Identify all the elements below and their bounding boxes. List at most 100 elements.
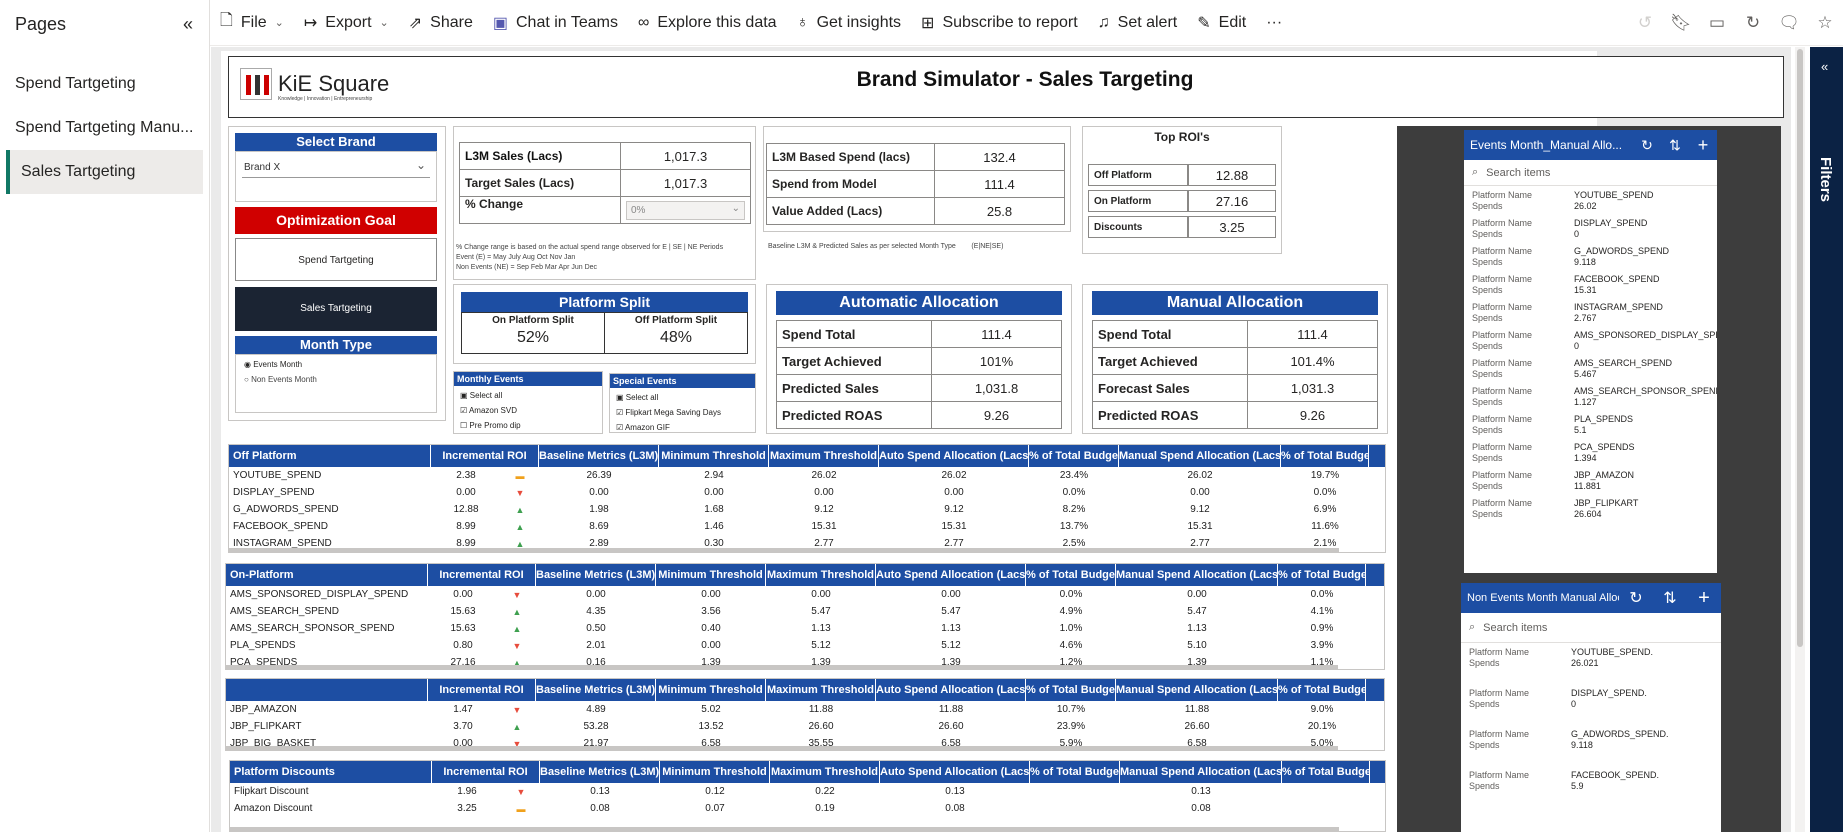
- list-item[interactable]: Platform Name INSTAGRAM_SPEND Spends 2.767: [1464, 298, 1717, 326]
- list-item[interactable]: Platform Name JBP_FLIPKART Spends 26.604: [1464, 494, 1717, 522]
- list-item[interactable]: Platform Name AMS_SEARCH_SPEND Spends 5.467: [1464, 354, 1717, 382]
- column-header[interactable]: Maximum Threshold: [770, 761, 880, 783]
- sort-icon[interactable]: ⇅: [1661, 137, 1689, 154]
- list-item[interactable]: Platform Name G_ADWORDS_SPEND Spends 9.118: [1464, 242, 1717, 270]
- flipkart-mega-checkbox[interactable]: ☑ Flipkart Mega Saving Days: [616, 405, 749, 420]
- column-header[interactable]: % of Total Budget: [1029, 445, 1119, 467]
- bookmark-icon[interactable]: 🔖︎: [1663, 13, 1699, 33]
- column-header[interactable]: Manual Spend Allocation (Lacs): [1120, 761, 1282, 783]
- share-button[interactable]: ⇗ Share: [399, 0, 483, 46]
- explore-data-button[interactable]: ∞ Explore this data: [628, 0, 787, 46]
- page-spend-targeting-manual[interactable]: Spend Tartgeting Manu...: [0, 106, 203, 150]
- sales-targeting-option[interactable]: Sales Tartgeting: [235, 287, 437, 331]
- chat-in-teams-button[interactable]: ▣ Chat in Teams: [483, 0, 628, 46]
- column-header[interactable]: Manual Spend Allocation (Lacs): [1116, 679, 1278, 701]
- more-options-button[interactable]: ···: [1256, 0, 1292, 46]
- horizontal-scrollbar[interactable]: [226, 665, 1338, 669]
- column-header[interactable]: Incremental ROI: [428, 564, 536, 586]
- collapse-pages-icon[interactable]: «: [183, 14, 193, 35]
- page-spend-targeting[interactable]: Spend Tartgeting: [0, 62, 203, 106]
- column-header[interactable]: Baseline Metrics (L3M): [536, 564, 656, 586]
- column-header[interactable]: % of Total Budget: [1026, 679, 1116, 701]
- list-item[interactable]: Platform Name AMS_SPONSORED_DISPLAY_SPEN S…: [1464, 326, 1717, 354]
- brand-dropdown[interactable]: Brand X ⌄: [235, 151, 437, 202]
- column-header[interactable]: % of Total Budget: [1282, 761, 1370, 783]
- column-header[interactable]: % of Total Budget: [1281, 445, 1369, 467]
- list-item[interactable]: Platform Name YOUTUBE_SPEND. Spends 26.021: [1461, 643, 1721, 684]
- column-header[interactable]: Baseline Metrics (L3M): [536, 679, 656, 701]
- edit-button[interactable]: ✎ Edit: [1187, 0, 1256, 46]
- events-search-input[interactable]: ⌕ Search items: [1464, 160, 1717, 186]
- column-header[interactable]: Minimum Threshold: [656, 679, 766, 701]
- list-item[interactable]: Platform Name FACEBOOK_SPEND Spends 15.31: [1464, 270, 1717, 298]
- add-icon[interactable]: +: [1689, 135, 1717, 156]
- set-alert-button[interactable]: ♫ Set alert: [1088, 0, 1188, 46]
- horizontal-scrollbar[interactable]: [229, 548, 1339, 552]
- refresh-icon[interactable]: ↻: [1619, 588, 1653, 608]
- export-menu[interactable]: ↦ Export ⌄: [294, 0, 399, 46]
- special-select-all[interactable]: ▣ Select all: [616, 390, 749, 405]
- subscribe-button[interactable]: ⊞ Subscribe to report: [911, 0, 1088, 46]
- events-month-radio[interactable]: ◉ Events Month: [244, 360, 302, 369]
- column-header[interactable]: Incremental ROI: [428, 679, 536, 701]
- amazon-svd-checkbox[interactable]: ☑ Amazon SVD: [460, 403, 596, 418]
- list-item[interactable]: Platform Name JBP_AMAZON Spends 11.881: [1464, 466, 1717, 494]
- column-header[interactable]: Baseline Metrics (L3M): [540, 761, 660, 783]
- column-header[interactable]: Maximum Threshold: [766, 679, 876, 701]
- list-item[interactable]: Platform Name PLA_SPENDS Spends 5.1: [1464, 410, 1717, 438]
- column-header[interactable]: % of Total Budget: [1278, 679, 1366, 701]
- non-events-month-list: Non Events Month Manual Alloc... ↻ ⇅ + ⌕ Sea…: [1461, 583, 1721, 832]
- column-header[interactable]: Manual Spend Allocation (Lacs): [1116, 564, 1278, 586]
- column-header[interactable]: Baseline Metrics (L3M): [539, 445, 659, 467]
- list-item[interactable]: Platform Name YOUTUBE_SPEND Spends 26.02: [1464, 186, 1717, 214]
- column-header[interactable]: Incremental ROI: [431, 445, 539, 467]
- column-header[interactable]: % of Total Budget: [1026, 564, 1116, 586]
- vertical-scrollbar[interactable]: [1795, 47, 1805, 832]
- sort-icon[interactable]: ⇅: [1653, 588, 1687, 608]
- column-header[interactable]: Manual Spend Allocation (Lacs): [1119, 445, 1281, 467]
- horizontal-scrollbar[interactable]: [226, 746, 1338, 750]
- column-header[interactable]: Auto Spend Allocation (Lacs): [876, 564, 1026, 586]
- spend-targeting-option[interactable]: Spend Tartgeting: [235, 238, 437, 281]
- column-header[interactable]: Minimum Threshold: [659, 445, 769, 467]
- filters-pane[interactable]: « Filters: [1810, 47, 1843, 832]
- comment-icon[interactable]: 🗨︎: [1771, 13, 1807, 33]
- table-row: G_ADWORDS_SPEND 12.88 ▲ 1.98 1.68 9.12 9.12 8.2…: [229, 501, 1385, 518]
- target-sales-input[interactable]: 1,017.3: [620, 169, 751, 197]
- horizontal-scrollbar[interactable]: [230, 827, 1339, 831]
- pct-change-dropdown[interactable]: 0% ⌄: [620, 196, 751, 224]
- column-header[interactable]: % of Total Budget: [1278, 564, 1366, 586]
- list-item[interactable]: Platform Name DISPLAY_SPEND Spends 0: [1464, 214, 1717, 242]
- amazon-gif-checkbox[interactable]: ☑ Amazon GIF: [616, 420, 749, 435]
- page-sales-targeting[interactable]: Sales Tartgeting: [6, 150, 203, 194]
- list-item[interactable]: Platform Name FACEBOOK_SPEND. Spends 5.9: [1461, 766, 1721, 807]
- list-item[interactable]: Platform Name DISPLAY_SPEND. Spends 0: [1461, 684, 1721, 725]
- list-item[interactable]: Platform Name G_ADWORDS_SPEND. Spends 9.118: [1461, 725, 1721, 766]
- add-icon[interactable]: +: [1687, 587, 1721, 610]
- column-header[interactable]: Incremental ROI: [432, 761, 540, 783]
- get-insights-button[interactable]: ♁ Get insights: [787, 0, 911, 46]
- column-header[interactable]: % of Total Budget: [1030, 761, 1120, 783]
- list-item[interactable]: Platform Name PCA_SPENDS Spends 1.394: [1464, 438, 1717, 466]
- file-menu[interactable]: 🗋 File ⌄: [210, 0, 294, 46]
- column-header[interactable]: Minimum Threshold: [660, 761, 770, 783]
- refresh-icon[interactable]: ↻: [1633, 137, 1661, 154]
- favorite-icon[interactable]: ☆: [1807, 13, 1843, 33]
- cell: 26.60: [808, 721, 834, 732]
- monthly-select-all[interactable]: ▣ Select all: [460, 388, 596, 403]
- expand-filters-icon[interactable]: «: [1821, 59, 1828, 74]
- column-header[interactable]: Maximum Threshold: [769, 445, 879, 467]
- reset-icon[interactable]: ↺: [1627, 13, 1663, 33]
- refresh-icon[interactable]: ↻: [1735, 13, 1771, 33]
- list-item[interactable]: Platform Name AMS_SEARCH_SPONSOR_SPEND Spe…: [1464, 382, 1717, 410]
- non-events-month-radio[interactable]: ○ Non Events Month: [244, 375, 317, 384]
- monthly-events-header: Monthly Events: [454, 372, 602, 386]
- column-header[interactable]: Auto Spend Allocation (Lacs): [879, 445, 1029, 467]
- nonevents-search-input[interactable]: ⌕ Search items: [1461, 613, 1721, 643]
- pre-promo-dip-checkbox[interactable]: ☐ Pre Promo dip: [460, 418, 596, 433]
- column-header[interactable]: Minimum Threshold: [656, 564, 766, 586]
- column-header[interactable]: Auto Spend Allocation (Lacs): [876, 679, 1026, 701]
- column-header[interactable]: Auto Spend Allocation (Lacs): [880, 761, 1030, 783]
- column-header[interactable]: Maximum Threshold: [766, 564, 876, 586]
- view-icon[interactable]: ▭: [1699, 13, 1735, 33]
